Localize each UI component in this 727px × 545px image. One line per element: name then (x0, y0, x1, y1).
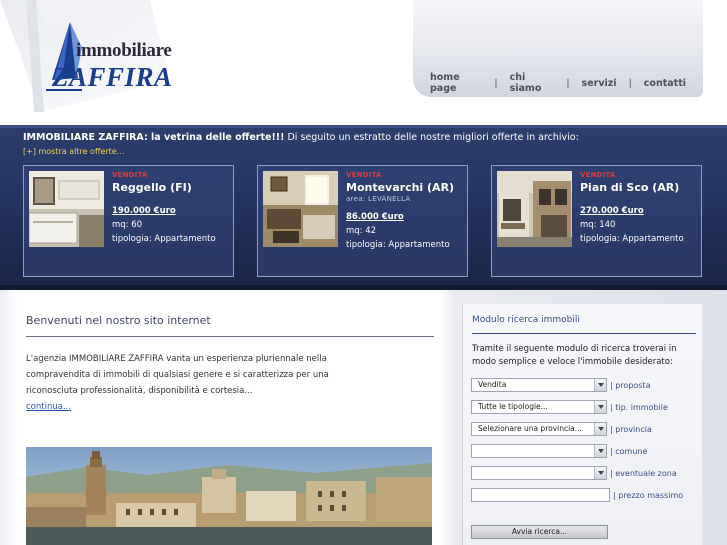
start-search-button[interactable]: Avvia ricerca... (471, 525, 608, 539)
kitchen-photo-image (29, 171, 104, 247)
search-row-provincia: Selezionare una provincia... | provincia (471, 422, 652, 436)
offer-type: tipologia: Appartamento (346, 240, 450, 250)
property-type-select[interactable]: Tutte le tipologie... (471, 400, 607, 414)
offer-kind: VENDITA (112, 171, 148, 179)
offer-area: area: LEVANELLA (346, 195, 411, 203)
welcome-divider (26, 336, 434, 337)
nav-home-page[interactable]: home page (418, 72, 494, 94)
offer-info: VENDITA Reggello (FI) 190.000 €uro mq: 6… (112, 171, 230, 244)
proposal-label: | proposta (610, 380, 651, 390)
nav-servizi[interactable]: servizi (570, 78, 629, 89)
search-row-zona: | eventuale zona (471, 466, 677, 480)
chevron-down-icon[interactable] (594, 423, 606, 435)
max-price-input[interactable] (471, 488, 610, 502)
house-exterior-photo[interactable] (497, 171, 572, 247)
offer-card-reggello[interactable]: VENDITA Reggello (FI) 190.000 €uro mq: 6… (23, 165, 234, 277)
chevron-down-icon[interactable] (594, 379, 606, 391)
nav-chi-siamo[interactable]: chi siamo (498, 72, 567, 94)
offers-intro-bold: IMMOBILIARE ZAFFIRA: la vetrina delle of… (23, 132, 285, 143)
property-type-select-value: Tutte le tipologie... (478, 402, 548, 411)
welcome-title: Benvenuti nel nostro sito internet (26, 314, 211, 327)
zone-label: | eventuale zona (610, 468, 677, 478)
offer-city: Montevarchi (AR) (346, 181, 455, 194)
band-top-rule (0, 125, 727, 128)
proposal-select-value: Vendita (478, 380, 507, 389)
offer-size: mq: 140 (580, 220, 616, 230)
search-intro: Tramite il seguente modulo di ricerca tr… (472, 344, 677, 367)
province-label: | provincia (610, 424, 652, 434)
nav-contatti[interactable]: contatti (632, 78, 698, 89)
chevron-down-icon[interactable] (594, 401, 606, 413)
logo[interactable]: immobiliare ZAFFIRA (42, 18, 182, 98)
max-price-label: | prezzo massimo (613, 490, 684, 500)
offer-type: tipologia: Appartamento (112, 234, 216, 244)
search-row-prezzo: | prezzo massimo (471, 488, 683, 502)
search-divider (472, 333, 696, 334)
offer-kind: VENDITA (580, 171, 616, 179)
offer-info: VENDITA Montevarchi (AR) area: LEVANELLA… (346, 171, 464, 250)
livingroom-photo-image (263, 171, 338, 247)
property-type-label: | tip. immobile (610, 402, 668, 412)
livingroom-photo[interactable] (263, 171, 338, 247)
municipality-select[interactable] (471, 444, 607, 458)
proposal-select[interactable]: Vendita (471, 378, 607, 392)
offer-info: VENDITA Pian di Sco (AR) 270.000 €uro mq… (580, 171, 698, 244)
main-content: Benvenuti nel nostro sito internet L'age… (0, 290, 727, 545)
house-exterior-photo-image (497, 171, 572, 247)
offers-band: IMMOBILIARE ZAFFIRA: la vetrina delle of… (0, 125, 727, 290)
municipality-label: | comune (610, 446, 648, 456)
offer-card-pian-di-sco[interactable]: VENDITA Pian di Sco (AR) 270.000 €uro mq… (491, 165, 702, 277)
florence-cityscape-photo (26, 447, 432, 545)
offer-card-montevarchi[interactable]: VENDITA Montevarchi (AR) area: LEVANELLA… (257, 165, 468, 277)
province-select[interactable]: Selezionare una provincia... (471, 422, 607, 436)
main-nav: home page | chi siamo | servizi | contat… (418, 72, 698, 94)
search-row-comune: | comune (471, 444, 647, 458)
search-row-tipologia: Tutte le tipologie... | tip. immobile (471, 400, 668, 414)
offer-size: mq: 42 (346, 226, 377, 236)
chevron-down-icon[interactable] (594, 445, 606, 457)
kitchen-photo[interactable] (29, 171, 104, 247)
offer-price-link[interactable]: 86.000 €uro (346, 212, 464, 222)
offer-city: Pian di Sco (AR) (580, 181, 680, 194)
offer-price-link[interactable]: 270.000 €uro (580, 206, 698, 216)
offer-city: Reggello (FI) (112, 181, 192, 194)
chevron-down-icon[interactable] (594, 467, 606, 479)
offer-price-link[interactable]: 190.000 €uro (112, 206, 230, 216)
zone-select[interactable] (471, 466, 607, 480)
logo-word-zaffira: ZAFFIRA (52, 62, 173, 92)
site-header: immobiliare ZAFFIRA home page | chi siam… (0, 0, 727, 125)
continue-reading-link[interactable]: continua... (26, 402, 71, 412)
offer-type: tipologia: Appartamento (580, 234, 684, 244)
province-select-value: Selezionare una provincia... (478, 424, 582, 433)
logo-word-immobiliare: immobiliare (76, 40, 172, 61)
offer-kind: VENDITA (346, 171, 382, 179)
offer-size: mq: 60 (112, 220, 143, 230)
welcome-text: L'agenzia IMMOBILIARE ZAFFIRA vanta un e… (26, 354, 329, 396)
florence-cityscape-image (26, 447, 432, 545)
property-search-form: Modulo ricerca immobili Tramite il segue… (462, 304, 702, 545)
search-title: Modulo ricerca immobili (472, 315, 580, 325)
search-row-proposta: Vendita | proposta (471, 378, 651, 392)
offers-intro: IMMOBILIARE ZAFFIRA: la vetrina delle of… (23, 132, 579, 143)
show-more-offers-link[interactable]: [+] mostra altre offerte... (23, 147, 124, 156)
offers-intro-text: Di seguito un estratto delle nostre migl… (284, 132, 579, 143)
